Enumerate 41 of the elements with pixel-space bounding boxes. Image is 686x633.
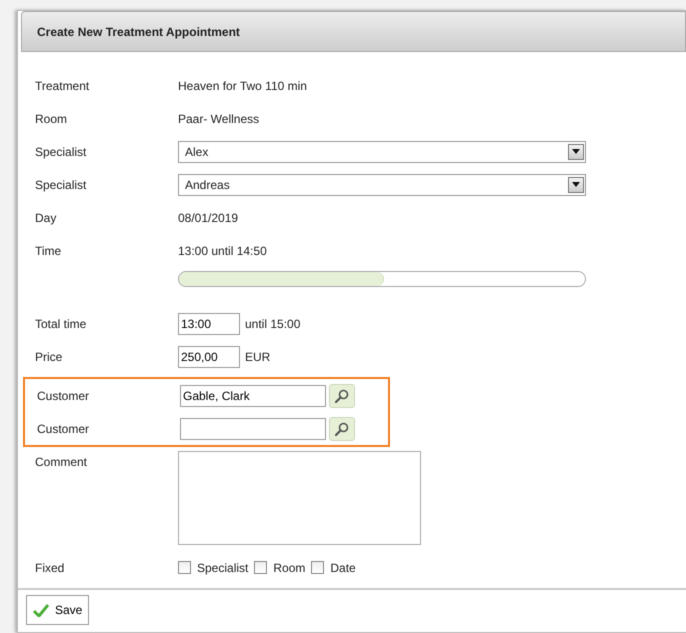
price-field[interactable]: 250,00 (178, 346, 240, 368)
field-label: Room (35, 110, 68, 128)
checkbox[interactable] (311, 561, 324, 574)
field-value: 13:00 until 14:50 (178, 242, 267, 260)
comment-field[interactable] (178, 451, 421, 545)
field-value: Heaven for Two 110 min (178, 78, 307, 94)
field-label: Customer (37, 388, 90, 404)
checkbox-label: Date (330, 560, 356, 576)
search-icon (335, 422, 349, 436)
unit-label: until 15:00 (245, 316, 300, 332)
field-label: Comment (35, 454, 88, 471)
search-icon (335, 388, 349, 402)
field-label: Price (35, 348, 64, 366)
caret-icon (572, 149, 580, 154)
field-label: Customer (37, 420, 90, 438)
customer-field[interactable]: Gable, Clark (180, 384, 326, 406)
field-label: Day (35, 210, 58, 226)
field-label: Specialist (35, 176, 88, 194)
field-label: Treatment (35, 78, 90, 94)
customer-field[interactable] (180, 418, 326, 440)
field-value: 08/01/2019 (178, 210, 238, 226)
save-button[interactable]: Save (26, 595, 90, 625)
total-time-field[interactable]: 13:00 (178, 312, 240, 334)
checkmark-icon (33, 604, 49, 616)
specialist-dropdown[interactable]: Andreas (178, 174, 586, 196)
caret-icon (572, 182, 580, 187)
checkbox-label: Room (273, 560, 306, 576)
checkbox-label: Specialist (197, 560, 248, 576)
search-button[interactable] (329, 384, 355, 408)
checkbox[interactable] (254, 561, 268, 574)
search-button[interactable] (329, 416, 355, 440)
unit-label: EUR (245, 348, 270, 366)
time-slider[interactable] (178, 271, 586, 287)
field-label: Specialist (35, 144, 88, 160)
field-value: Paar- Wellness (178, 110, 260, 128)
field-label: Fixed (35, 560, 66, 576)
field-label: Total time (35, 316, 88, 332)
dialog-title: Create New Treatment Appointment (37, 24, 240, 40)
specialist-dropdown[interactable]: Alex (178, 140, 586, 162)
field-label: Time (35, 242, 62, 260)
checkbox[interactable] (178, 561, 191, 574)
